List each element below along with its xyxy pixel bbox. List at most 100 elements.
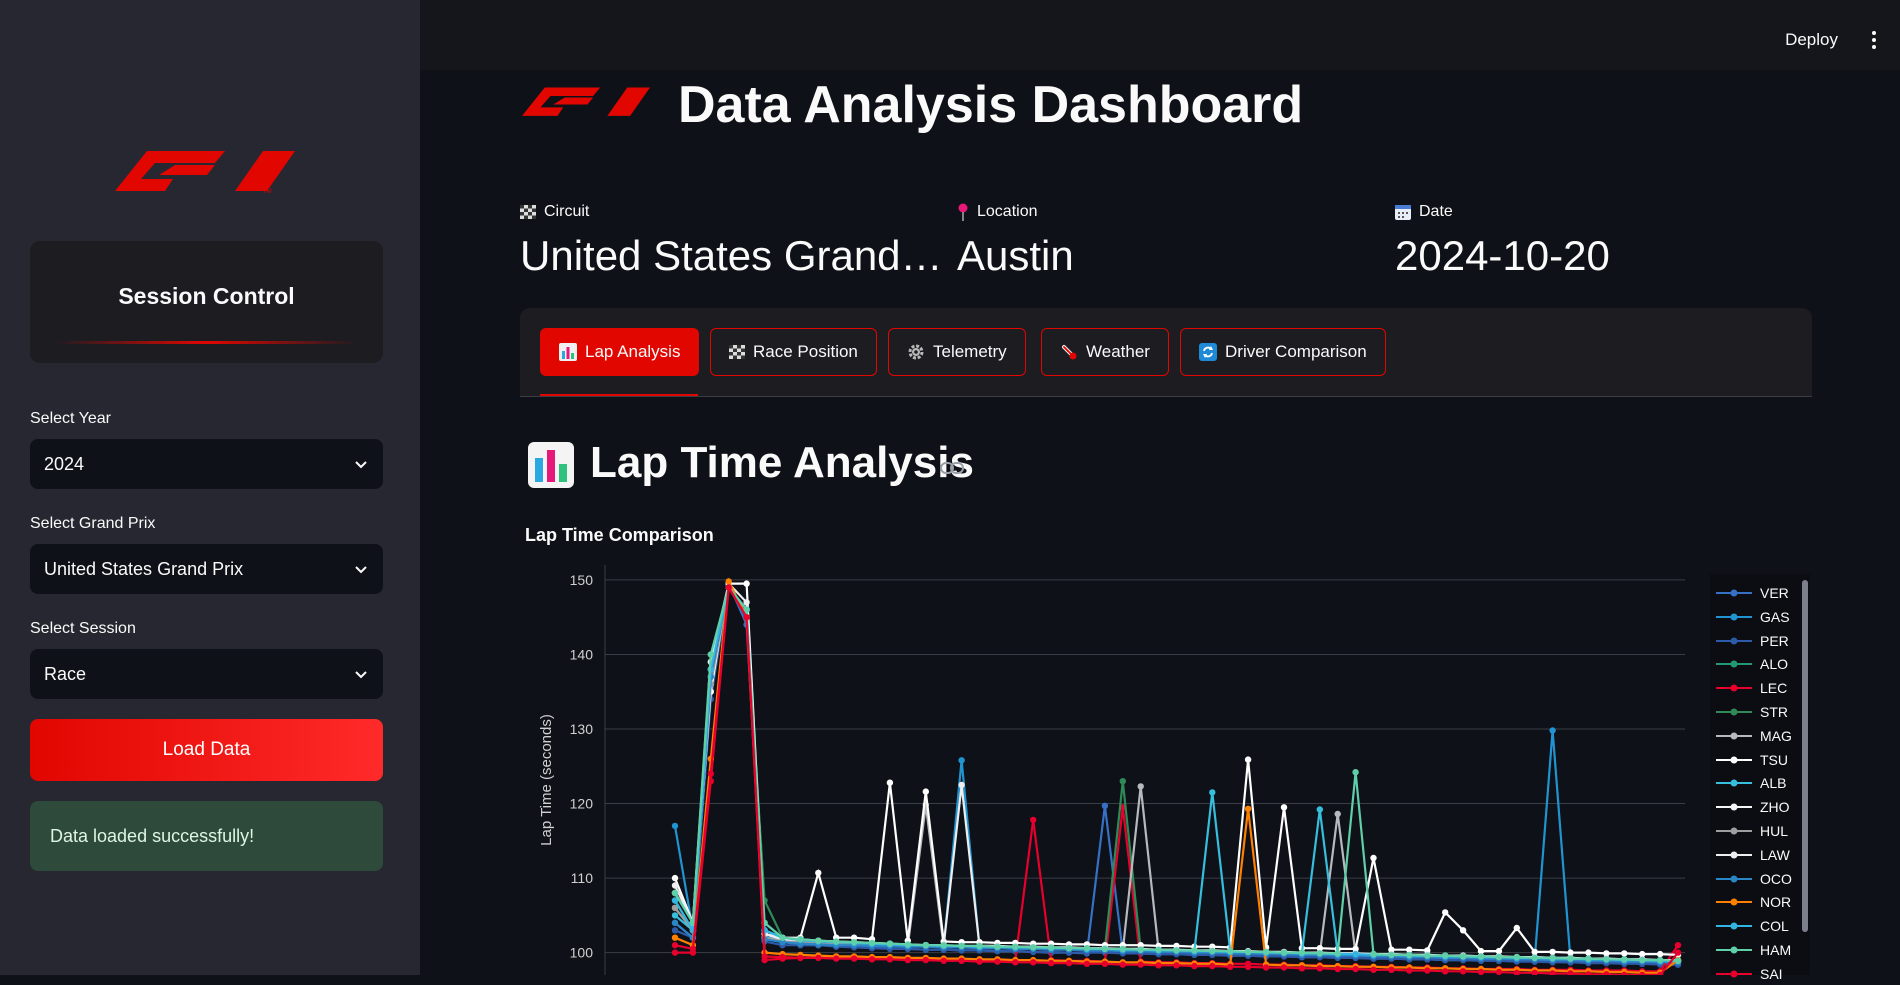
metric-date-value: 2024-10-20 <box>1395 232 1610 279</box>
series-zho[interactable] <box>671 584 1682 964</box>
data-point <box>1442 909 1449 916</box>
legend-item-ham[interactable]: HAM <box>1716 939 1791 961</box>
data-point <box>1656 950 1664 958</box>
legend-item-alo[interactable]: ALO <box>1716 653 1788 675</box>
legend-item-ver[interactable]: VER <box>1716 582 1789 604</box>
legend-item-gas[interactable]: GAS <box>1716 606 1790 628</box>
series-gas[interactable] <box>671 584 1682 966</box>
series-line <box>674 585 1679 962</box>
data-point <box>1191 947 1198 954</box>
deploy-button[interactable]: Deploy <box>1785 30 1838 50</box>
legend-item-lec[interactable]: LEC <box>1716 677 1787 699</box>
data-point <box>1012 943 1019 950</box>
series-sai[interactable] <box>671 583 1682 975</box>
legend-item-oco[interactable]: OCO <box>1716 868 1792 890</box>
legend-item-per[interactable]: PER <box>1716 630 1789 652</box>
series-str[interactable] <box>671 584 1682 964</box>
data-point <box>725 578 732 585</box>
metric-location-label: Location <box>977 203 1038 220</box>
legend-label: MAG <box>1760 727 1792 744</box>
legend-item-hul[interactable]: HUL <box>1716 820 1788 842</box>
data-point <box>1173 947 1180 954</box>
series-mag[interactable] <box>671 584 1682 964</box>
tab-lap-analysis[interactable]: Lap Analysis <box>540 328 700 376</box>
series-alo[interactable] <box>671 584 1682 964</box>
data-point <box>1477 968 1485 975</box>
series-col[interactable] <box>671 584 1682 964</box>
data-point <box>725 584 732 591</box>
thermometer-icon <box>1062 345 1077 360</box>
tab-driver-comparison[interactable]: Driver Comparison <box>1180 328 1386 376</box>
data-point <box>1101 802 1109 809</box>
data-point <box>1191 962 1198 970</box>
legend-label: ALO <box>1760 656 1789 673</box>
legend-item-mag[interactable]: MAG <box>1716 725 1792 747</box>
legend-item-alb[interactable]: ALB <box>1716 772 1786 794</box>
legend-item-nor[interactable]: NOR <box>1716 891 1791 913</box>
kebab-menu-icon[interactable] <box>1870 30 1878 50</box>
legend-label: VER <box>1760 585 1789 601</box>
legend-item-tsu[interactable]: TSU <box>1716 749 1788 771</box>
metric-circuit: Circuit United States Grand… <box>520 200 943 280</box>
data-point <box>1531 954 1538 962</box>
series-nor[interactable] <box>671 577 1682 975</box>
legend-item-law[interactable]: LAW <box>1716 844 1790 866</box>
year-label: Select Year <box>30 410 111 427</box>
data-point <box>868 956 876 963</box>
data-point <box>1459 968 1467 975</box>
tab-race-position[interactable]: Race Position <box>710 328 877 376</box>
legend-item-str[interactable]: STR <box>1716 701 1788 723</box>
series-line <box>674 584 1678 962</box>
load-data-button[interactable]: Load Data <box>30 719 383 781</box>
tab-weather[interactable]: Weather <box>1041 328 1169 376</box>
legend-item-col[interactable]: COL <box>1716 915 1789 937</box>
legend-swatch <box>1716 898 1752 906</box>
session-select[interactable]: Race <box>30 649 383 699</box>
y-axis-label: Lap Time (seconds) <box>538 714 555 846</box>
data-point <box>1262 964 1270 971</box>
gear-icon <box>908 344 924 360</box>
data-point <box>1012 959 1019 966</box>
data-point <box>1477 953 1485 960</box>
legend-item-sai[interactable]: SAI <box>1716 963 1783 985</box>
data-point <box>1101 945 1109 953</box>
data-point <box>1244 756 1252 763</box>
legend-scrollbar[interactable] <box>1802 580 1808 932</box>
data-point <box>833 955 840 962</box>
legend-swatch <box>1716 756 1752 764</box>
series-oco[interactable] <box>671 584 1682 966</box>
series-tsu[interactable] <box>671 580 1682 959</box>
series-line <box>674 584 1678 962</box>
data-point <box>1280 804 1288 811</box>
data-point <box>1030 816 1037 824</box>
data-point <box>1047 944 1055 951</box>
data-point <box>1674 957 1682 964</box>
y-tick-label: 120 <box>570 796 594 812</box>
data-point <box>743 614 750 621</box>
checkered-flag-icon <box>729 345 745 359</box>
legend-label: LEC <box>1760 680 1788 697</box>
series-lec[interactable] <box>671 583 1682 975</box>
metric-circuit-label: Circuit <box>544 203 590 220</box>
legend-label: LAW <box>1760 846 1790 863</box>
series-hul[interactable] <box>671 584 1682 965</box>
metric-circuit-value: United States Grand… <box>520 232 943 279</box>
metric-location: Location Austin <box>957 200 1074 280</box>
year-select[interactable]: 2024 <box>30 439 383 489</box>
data-point <box>958 957 965 964</box>
grand-prix-select[interactable]: United States Grand Prix <box>30 544 383 594</box>
data-point <box>922 956 929 964</box>
series-ver[interactable] <box>671 579 1682 968</box>
data-point <box>1370 854 1377 862</box>
series-alb[interactable] <box>671 584 1682 964</box>
data-point <box>1280 949 1288 956</box>
data-point <box>1316 965 1323 972</box>
series-ham[interactable] <box>671 584 1682 964</box>
legend-item-zho[interactable]: ZHO <box>1716 796 1790 818</box>
link-icon[interactable] <box>940 461 964 475</box>
data-point <box>958 757 965 764</box>
series-law[interactable] <box>671 580 1682 964</box>
data-point <box>797 936 804 943</box>
series-per[interactable] <box>671 584 1682 968</box>
tab-telemetry[interactable]: Telemetry <box>888 328 1026 376</box>
